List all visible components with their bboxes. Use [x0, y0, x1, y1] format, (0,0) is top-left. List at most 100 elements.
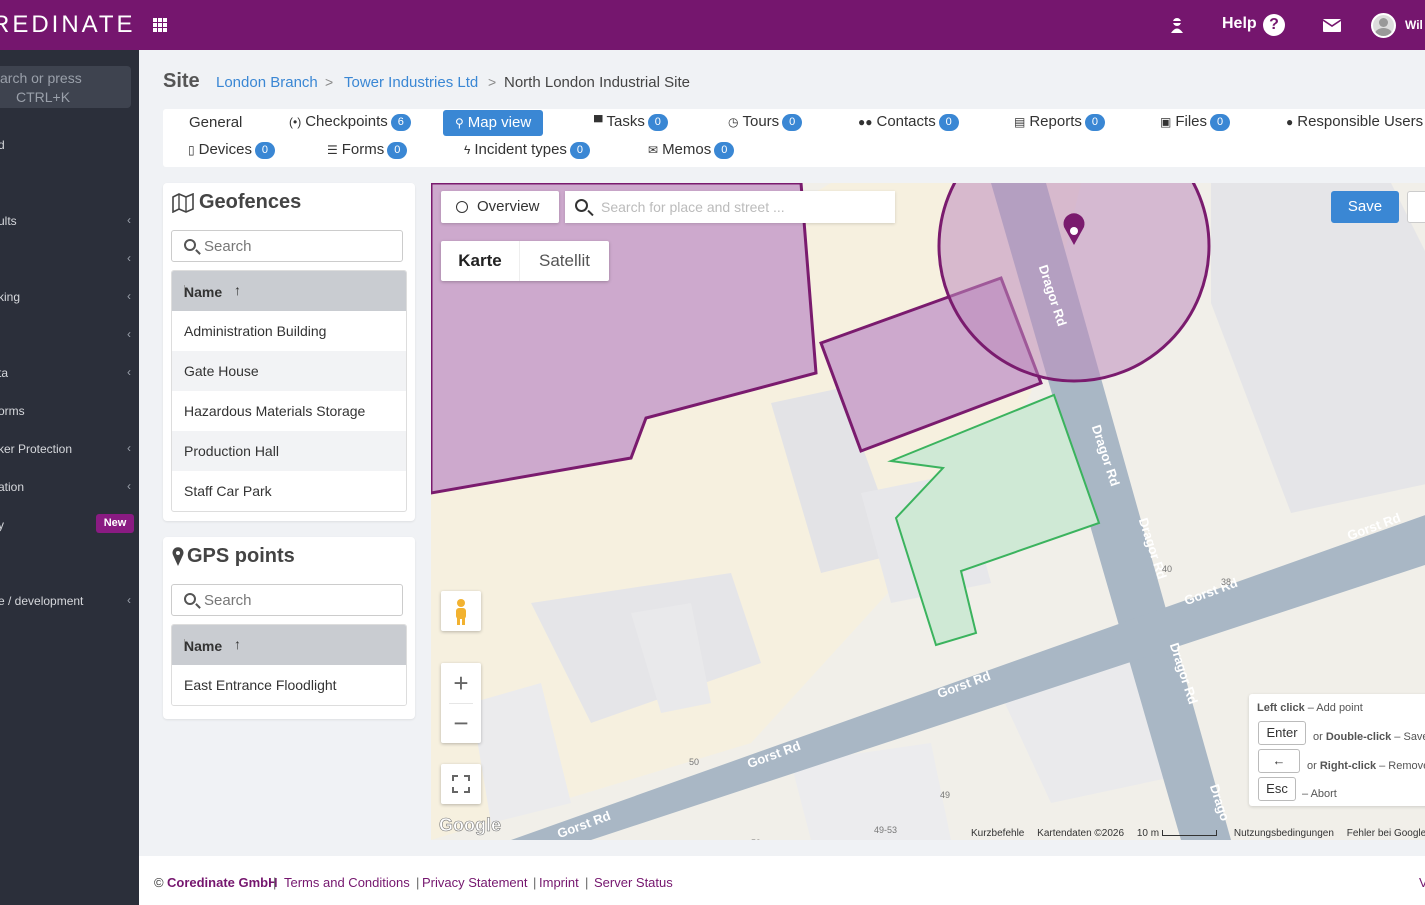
gps-table: Name ↑ East Entrance Floodlight: [171, 624, 407, 706]
key-backspace: ←: [1258, 749, 1300, 773]
footer-company-link[interactable]: Coredinate GmbH: [167, 875, 278, 890]
user-icon: ●: [1286, 115, 1294, 129]
save-button[interactable]: Save: [1331, 191, 1399, 223]
tab-contacts[interactable]: ●● Contacts 0: [858, 110, 959, 134]
new-badge: New: [96, 514, 134, 533]
geofences-search-input[interactable]: Search: [171, 230, 403, 262]
column-header-name[interactable]: Name ↑: [172, 271, 406, 311]
chevron-left-icon: ‹: [127, 213, 131, 227]
apps-grid-icon[interactable]: [153, 18, 167, 32]
footer-version: V: [1419, 875, 1425, 890]
tab-map-view[interactable]: ⚲ Map view: [443, 110, 544, 136]
brand-logo[interactable]: REDINATE: [0, 0, 139, 50]
tab-bar: General (•) Checkpoints 6 ⚲ Map view ▀ Tasks…: [163, 109, 1425, 167]
sidebar-item[interactable]: ta‹: [0, 364, 139, 384]
breadcrumb-link[interactable]: Tower Industries Ltd: [344, 74, 478, 91]
clock-icon: ◷: [728, 115, 739, 129]
scale-bar: [1162, 830, 1218, 836]
house-number: 49-53: [874, 825, 898, 835]
chevron-left-icon: ‹: [127, 365, 131, 379]
app: REDINATE Help ? Wil arch or press CTRL+K…: [0, 0, 1425, 905]
footer: © Coredinate GmbH | Terms and Conditions…: [139, 856, 1425, 905]
fullscreen-icon[interactable]: [441, 764, 481, 804]
house-number: 38: [1221, 577, 1232, 587]
zoom-in-button[interactable]: +: [441, 663, 481, 703]
avatar[interactable]: [1371, 13, 1396, 38]
breadcrumb-link[interactable]: London Branch: [216, 74, 318, 91]
tab-checkpoints[interactable]: (•) Checkpoints 6: [289, 110, 411, 134]
attrib-report[interactable]: Fehler bei Google: [1347, 828, 1425, 839]
tab-forms[interactable]: ☰ Forms 0: [327, 138, 408, 162]
circle-icon: [456, 201, 468, 213]
briefcase-icon: ▀: [594, 115, 603, 129]
user-secret-icon[interactable]: [1170, 16, 1184, 34]
sort-up-icon[interactable]: ↑: [234, 282, 241, 298]
attrib-shortcuts[interactable]: Kurzbefehle: [971, 828, 1024, 839]
sidebar-item[interactable]: d: [0, 136, 139, 156]
map-type-satellit[interactable]: Satellit: [519, 241, 609, 281]
tab-reports[interactable]: ▤ Reports 0: [1014, 110, 1105, 134]
sort-up-icon[interactable]: ↑: [234, 636, 241, 652]
pegman-icon[interactable]: [441, 591, 481, 631]
map-icon: [172, 193, 194, 213]
sidebar-item[interactable]: king ‹: [0, 288, 139, 308]
column-header-name[interactable]: Name ↑: [172, 625, 406, 665]
table-row[interactable]: Production Hall: [172, 431, 406, 471]
chevron-left-icon: ‹: [127, 479, 131, 493]
sidebar-item[interactable]: ‹: [0, 326, 139, 346]
sidebar-item[interactable]: orms: [0, 402, 139, 422]
main-content: Site London Branch > Tower Industries Lt…: [139, 50, 1425, 856]
mail-icon[interactable]: [1323, 19, 1341, 32]
house-number: 40: [1162, 564, 1173, 574]
hint-abort: – Abort: [1302, 788, 1337, 800]
house-number: 50: [689, 757, 700, 767]
file-text-icon: ▤: [1014, 115, 1026, 129]
table-row[interactable]: Gate House: [172, 351, 406, 391]
zoom-out-button[interactable]: −: [441, 703, 481, 743]
sidebar-item[interactable]: ‹: [0, 250, 139, 270]
hint-remove: or Right-click – Remove: [1307, 760, 1425, 772]
tab-incident-types[interactable]: ϟ Incident types 0: [464, 138, 590, 162]
secondary-button[interactable]: [1407, 191, 1425, 223]
footer-imprint-link[interactable]: Imprint: [539, 875, 579, 890]
table-row[interactable]: Staff Car Park: [172, 471, 406, 511]
map-type-control: Karte Satellit: [441, 241, 609, 281]
geofences-panel: Geofences Search Name ↑ Administration Bu…: [163, 183, 415, 521]
map-canvas[interactable]: Dragor Rd Dragor Rd Dragor Rd Dragor Rd …: [431, 183, 1425, 840]
attrib-terms[interactable]: Nutzungsbedingungen: [1234, 828, 1334, 839]
tab-devices[interactable]: ▯ Devices 0: [188, 138, 275, 162]
house-number: 59: [751, 838, 761, 840]
tab-responsible-users[interactable]: ● Responsible Users: [1286, 110, 1423, 134]
sidebar-search[interactable]: arch or press CTRL+K: [0, 66, 131, 108]
chevron-left-icon: ‹: [127, 593, 131, 607]
map-search-input[interactable]: Search for place and street ...: [565, 191, 895, 223]
sidebar-item[interactable]: ults ‹: [0, 212, 139, 232]
map-type-karte[interactable]: Karte: [441, 241, 519, 281]
sidebar-item[interactable]: e / development ‹: [0, 592, 139, 612]
tab-files[interactable]: ▣ Files 0: [1160, 110, 1231, 134]
footer-privacy-link[interactable]: Privacy Statement: [422, 875, 528, 890]
gps-search-input[interactable]: Search: [171, 584, 403, 616]
sidebar-item[interactable]: ker Protection ‹: [0, 440, 139, 460]
bolt-icon: ϟ: [464, 143, 471, 157]
table-row[interactable]: Hazardous Materials Storage: [172, 391, 406, 431]
overview-button[interactable]: Overview: [441, 191, 559, 223]
footer-status-link[interactable]: Server Status: [594, 875, 673, 890]
footer-terms-link[interactable]: Terms and Conditions: [284, 875, 410, 890]
sidebar-item[interactable]: ation ‹: [0, 478, 139, 498]
table-row[interactable]: Administration Building: [172, 311, 406, 351]
help-label[interactable]: Help: [1222, 15, 1257, 33]
user-name[interactable]: Wil: [1405, 18, 1423, 32]
tab-tasks[interactable]: ▀ Tasks 0: [594, 110, 668, 134]
list-icon: ☰: [327, 143, 338, 157]
table-row[interactable]: East Entrance Floodlight: [172, 665, 406, 705]
search-hint: arch or press: [0, 70, 82, 86]
drawing-hints: Left click – Add point Enter or Double-c…: [1249, 694, 1425, 806]
help-icon[interactable]: ?: [1263, 14, 1285, 36]
house-number: 49: [940, 790, 951, 800]
footer-copyright: ©: [154, 875, 164, 890]
tab-tours[interactable]: ◷ Tours 0: [728, 110, 803, 134]
tab-memos[interactable]: ✉ Memos 0: [648, 138, 735, 162]
tab-general[interactable]: General: [189, 111, 242, 135]
chevron-left-icon: ‹: [127, 441, 131, 455]
